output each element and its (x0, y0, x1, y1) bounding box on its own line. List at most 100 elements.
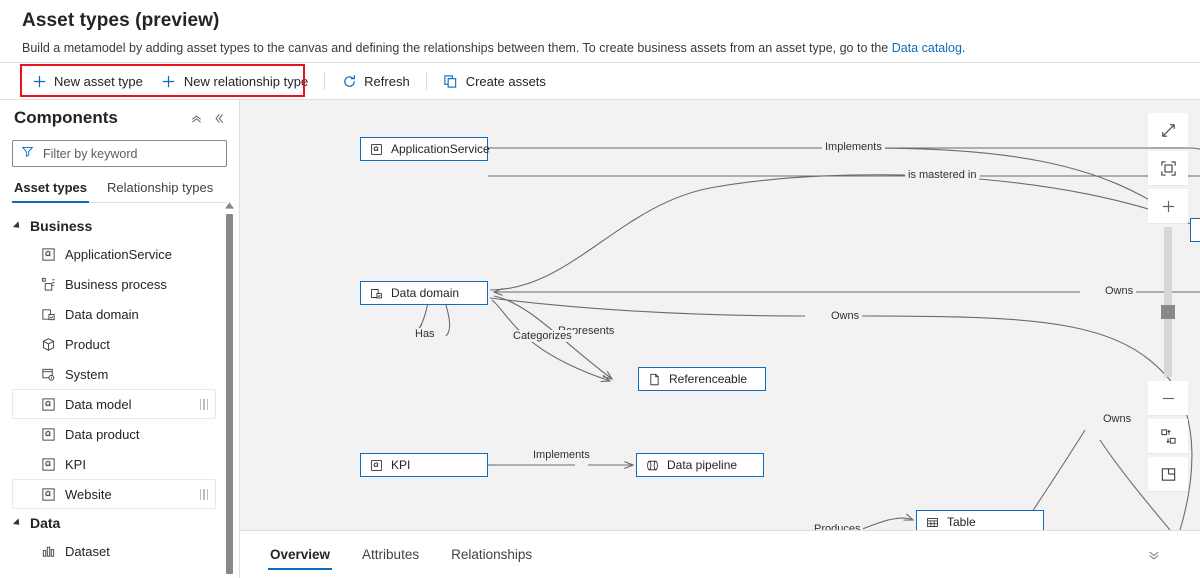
tree-item-label: Dataset (65, 544, 110, 559)
data-pipeline-icon (645, 458, 659, 472)
tab-relationships[interactable]: Relationships (449, 535, 534, 574)
node-label: Table (947, 515, 976, 529)
node-label: Referenceable (669, 372, 747, 386)
collapse-left-icon[interactable] (207, 107, 229, 129)
application-service-icon (369, 458, 383, 472)
refresh-label: Refresh (364, 74, 410, 89)
create-assets-label: Create assets (466, 74, 546, 89)
tree-item-label: Data domain (65, 307, 139, 322)
new-relationship-type-button[interactable]: New relationship type (152, 66, 317, 96)
node-label: KPI (391, 458, 410, 472)
refresh-button[interactable]: Refresh (332, 66, 419, 96)
data-domain-icon (40, 306, 56, 322)
new-relationship-type-label: New relationship type (184, 74, 308, 89)
tree-item-label: KPI (65, 457, 86, 472)
copy-icon (443, 73, 459, 89)
page-subtitle: Build a metamodel by adding asset types … (22, 40, 1200, 56)
edge-label-owns: Owns (828, 310, 862, 322)
tree-item-data-domain[interactable]: Data domain (12, 299, 216, 329)
edge-label-is-mastered-in: is mastered in (905, 169, 979, 181)
tree-group-business[interactable]: Business (0, 212, 240, 239)
tree-group-label: Data (30, 515, 60, 531)
tree-item-website[interactable]: Website (12, 479, 216, 509)
drag-handle-icon[interactable] (200, 489, 209, 500)
command-separator (426, 72, 427, 90)
sidebar-header: Components (0, 100, 239, 130)
component-tree: Business ApplicationService Business pro… (0, 208, 240, 578)
body-area: Components Asset types Relationship type… (0, 100, 1200, 578)
tree-group-data[interactable]: Data (0, 509, 240, 536)
filter-field[interactable] (12, 140, 227, 167)
business-process-icon (40, 276, 56, 292)
command-separator (324, 72, 325, 90)
asset-types-page: Asset types (preview) Build a metamodel … (0, 0, 1200, 578)
new-asset-type-button[interactable]: New asset type (22, 66, 152, 96)
node-offscreen-right[interactable] (1190, 218, 1200, 242)
fit-to-screen-icon[interactable] (1148, 113, 1188, 147)
chevron-down-icon (13, 518, 22, 527)
collapse-up-icon[interactable] (185, 107, 207, 129)
zoom-in-icon[interactable] (1148, 189, 1188, 223)
edge-label-implements: Implements (530, 449, 593, 461)
tree-item-label: Data product (65, 427, 139, 442)
page-header: Asset types (preview) Build a metamodel … (0, 0, 1200, 62)
tree-group-label: Business (30, 218, 92, 234)
zoom-slider-thumb[interactable] (1161, 305, 1175, 319)
node-kpi[interactable]: KPI (360, 453, 488, 477)
node-applicationservice[interactable]: ApplicationService (360, 137, 488, 161)
page-title: Asset types (preview) (22, 9, 1200, 33)
product-icon (40, 336, 56, 352)
tree-item-business-process[interactable]: Business process (12, 269, 216, 299)
data-domain-icon (369, 286, 383, 300)
plus-icon (31, 73, 47, 89)
components-sidebar: Components Asset types Relationship type… (0, 100, 240, 578)
application-service-icon (40, 456, 56, 472)
tree-item-kpi[interactable]: KPI (12, 449, 216, 479)
system-icon (40, 366, 56, 382)
tree-item-label: Data model (65, 397, 131, 412)
tree-item-data-model[interactable]: Data model (12, 389, 216, 419)
details-panel: Overview Attributes Relationships (240, 530, 1200, 578)
application-service-icon (369, 142, 383, 156)
tree-item-product[interactable]: Product (12, 329, 216, 359)
application-service-icon (40, 486, 56, 502)
tab-relationship-types[interactable]: Relationship types (105, 177, 215, 202)
edge-label-implements: Implements (822, 141, 885, 153)
double-chevron-down-icon[interactable] (1144, 545, 1164, 565)
create-assets-button[interactable]: Create assets (434, 66, 555, 96)
edge-label-has: Has (412, 328, 438, 340)
diagram-canvas[interactable]: ApplicationService Data domain Reference… (240, 100, 1200, 578)
tab-attributes[interactable]: Attributes (360, 535, 421, 574)
zoom-slider[interactable] (1164, 227, 1172, 377)
page-subtitle-period: . (962, 41, 965, 55)
scrollbar-thumb[interactable] (226, 214, 233, 574)
toggle-panel-icon[interactable] (1148, 457, 1188, 491)
tab-overview[interactable]: Overview (268, 535, 332, 574)
scroll-up-arrow-icon[interactable] (224, 200, 235, 211)
tree-item-label: ApplicationService (65, 247, 172, 262)
zoom-to-fit-icon[interactable] (1148, 151, 1188, 185)
tree-item-applicationservice[interactable]: ApplicationService (12, 239, 216, 269)
zoom-out-icon[interactable] (1148, 381, 1188, 415)
node-data-pipeline[interactable]: Data pipeline (636, 453, 764, 477)
drag-handle-icon[interactable] (200, 399, 209, 410)
canvas-view-controls (1148, 113, 1188, 495)
filter-input[interactable] (41, 146, 218, 162)
tree-item-system[interactable]: System (12, 359, 216, 389)
tree-item-label: Product (65, 337, 110, 352)
application-service-icon (40, 396, 56, 412)
auto-layout-icon[interactable] (1148, 419, 1188, 453)
tree-item-label: Website (65, 487, 112, 502)
node-label: Data pipeline (667, 458, 737, 472)
node-label: ApplicationService (391, 142, 490, 156)
node-data-domain[interactable]: Data domain (360, 281, 488, 305)
page-subtitle-text: Build a metamodel by adding asset types … (22, 41, 892, 55)
data-catalog-link[interactable]: Data catalog (892, 41, 962, 55)
tree-item-data-product[interactable]: Data product (12, 419, 216, 449)
edge-label-categorizes: Categorizes (510, 330, 575, 342)
tree-item-dataset[interactable]: Dataset (12, 536, 216, 566)
tab-asset-types[interactable]: Asset types (12, 177, 89, 202)
sidebar-title: Components (14, 108, 185, 128)
sidebar-scrollbar[interactable] (224, 200, 235, 578)
node-referenceable[interactable]: Referenceable (638, 367, 766, 391)
